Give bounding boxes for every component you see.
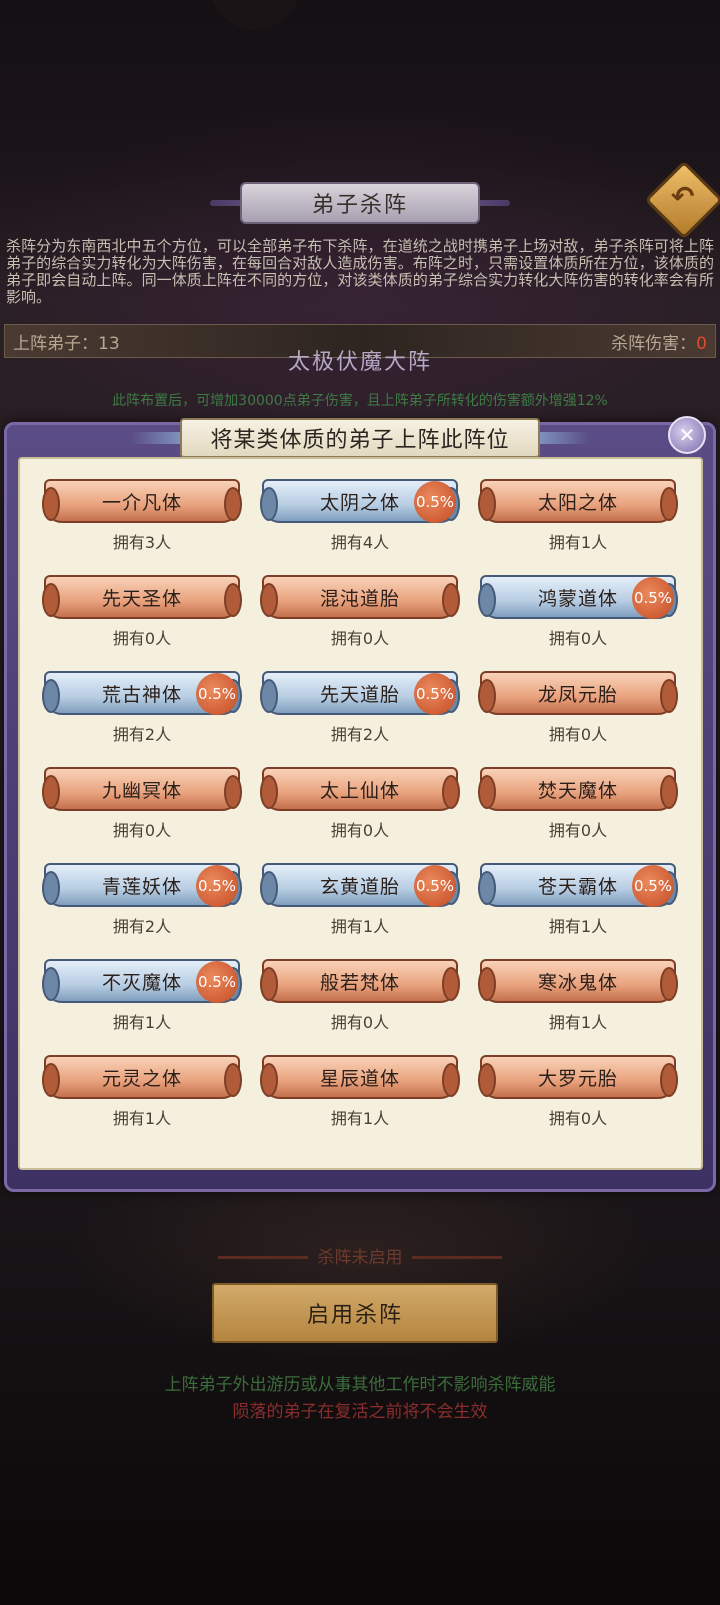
description-text: 杀阵分为东南西北中五个方位，可以全部弟子布下杀阵，在道统之战时携弟子上场对敌，弟… [6,237,714,306]
owned-count: 拥有1人 [548,533,608,552]
constitution-item[interactable]: 荒古神体 0.5% 拥有2人 [42,671,242,749]
owned-count: 拥有4人 [330,533,390,552]
owned-count: 拥有0人 [548,725,608,744]
constitution-item[interactable]: 九幽冥体拥有0人 [42,767,242,845]
owned-count: 拥有2人 [330,725,390,744]
constitution-name: 元灵之体 [42,1055,242,1099]
constitution-name: 太阳之体 [478,479,678,523]
constitution-item[interactable]: 龙凤元胎拥有0人 [478,671,678,749]
constitution-item[interactable]: 太上仙体拥有0人 [260,767,460,845]
constitution-name: 大罗元胎 [478,1055,678,1099]
owned-count: 拥有0人 [330,821,390,840]
constitution-name: 龙凤元胎 [478,671,678,715]
constitution-item[interactable]: 苍天霸体 0.5% 拥有1人 [478,863,678,941]
formation-status: 杀阵未启用 [317,1248,403,1268]
bonus-badge: 0.5% [632,577,674,619]
modal-title: 将某类体质的弟子上阵此阵位 [180,418,540,458]
constitution-name: 星辰道体 [260,1055,460,1099]
owned-count: 拥有1人 [112,1013,172,1032]
constitution-item[interactable]: 太阳之体拥有1人 [478,479,678,557]
owned-count: 拥有0人 [330,1013,390,1032]
constitution-item[interactable]: 大罗元胎拥有0人 [478,1055,678,1133]
back-arrow-icon: ↶ [671,180,695,214]
bonus-badge: 0.5% [196,865,238,907]
close-icon: ✕ [678,423,696,447]
constitution-name: 焚天魔体 [478,767,678,811]
owned-count: 拥有1人 [548,1013,608,1032]
bonus-badge: 0.5% [414,865,456,907]
bonus-badge: 0.5% [414,481,456,523]
constitution-name: 一介凡体 [42,479,242,523]
constitution-name: 混沌道胎 [260,575,460,619]
owned-count: 拥有1人 [330,1109,390,1128]
enable-formation-button[interactable]: 启用杀阵 [212,1283,498,1343]
constitution-item[interactable]: 青莲妖体 0.5% 拥有2人 [42,863,242,941]
owned-count: 拥有2人 [112,917,172,936]
formation-tip: 此阵布置后，可增加30000点弟子伤害，且上阵弟子所转化的伤害额外增强12% [112,393,608,409]
constitution-name: 般若梵体 [260,959,460,1003]
constitution-name: 先天圣体 [42,575,242,619]
constitution-item[interactable]: 寒冰鬼体拥有1人 [478,959,678,1037]
constitution-grid: 一介凡体 拥有3人 太阴之体 0.5% 拥有4人 太阳之体 拥有1人 先天圣体 拥有0人 混沌道胎… [18,457,703,1170]
owned-count: 拥有0人 [112,629,172,648]
owned-count: 拥有1人 [548,917,608,936]
bonus-badge: 0.5% [196,673,238,715]
page-title: 弟子杀阵 [240,182,480,224]
title-bar: 弟子杀阵 [210,182,510,224]
bonus-badge: 0.5% [414,673,456,715]
constitution-item[interactable]: 先天道胎 0.5% 拥有2人 [260,671,460,749]
constitution-name: 九幽冥体 [42,767,242,811]
constitution-item[interactable]: 般若梵体拥有0人 [260,959,460,1037]
owned-count: 拥有0人 [548,821,608,840]
bonus-badge: 0.5% [632,865,674,907]
constitution-item[interactable]: 先天圣体拥有0人 [42,575,242,653]
constitution-item[interactable]: 星辰道体拥有1人 [260,1055,460,1133]
constitution-name: 寒冰鬼体 [478,959,678,1003]
owned-count: 拥有0人 [548,629,608,648]
constitution-item[interactable]: 一介凡体拥有3人 [42,479,242,557]
owned-count: 拥有1人 [112,1109,172,1128]
formation-name: 太极伏魔大阵 [287,350,432,375]
owned-count: 拥有2人 [112,725,172,744]
owned-count: 拥有0人 [112,821,172,840]
note-travel: 上阵弟子外出游历或从事其他工作时不影响杀阵威能 [164,1375,556,1395]
constitution-item[interactable]: 太阴之体 0.5% 拥有4人 [260,479,460,557]
constitution-item[interactable]: 焚天魔体拥有0人 [478,767,678,845]
bonus-badge: 0.5% [196,961,238,1003]
constitution-item[interactable]: 玄黄道胎 0.5% 拥有1人 [260,863,460,941]
owned-count: 拥有3人 [112,533,172,552]
owned-count: 拥有0人 [548,1109,608,1128]
constitution-item[interactable]: 鸿蒙道体 0.5% 拥有0人 [478,575,678,653]
constitution-item[interactable]: 不灭魔体 0.5% 拥有1人 [42,959,242,1037]
note-fallen: 陨落的弟子在复活之前将不会生效 [232,1402,488,1422]
close-button[interactable]: ✕ [668,416,706,454]
constitution-item[interactable]: 混沌道胎拥有0人 [260,575,460,653]
constitution-item[interactable]: 元灵之体拥有1人 [42,1055,242,1133]
constitution-name: 太上仙体 [260,767,460,811]
owned-count: 拥有1人 [330,917,390,936]
owned-count: 拥有0人 [330,629,390,648]
